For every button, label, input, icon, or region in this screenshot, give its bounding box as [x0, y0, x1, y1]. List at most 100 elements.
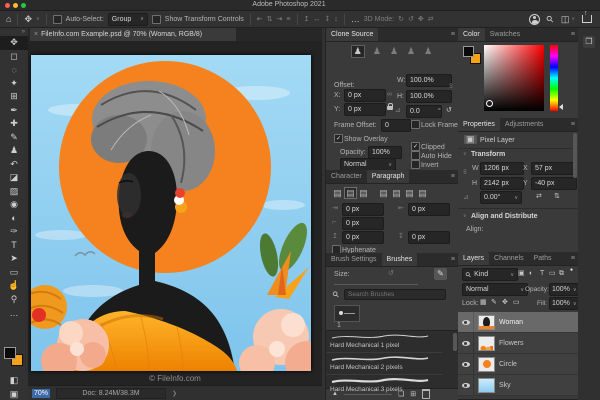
- brush-item[interactable]: Hard Mechanical 1 pixel: [326, 331, 443, 353]
- prop-angle-dropdown[interactable]: 0.00° ∨: [480, 191, 522, 204]
- show-overlay-checkbox[interactable]: ✓: [334, 134, 343, 143]
- offset-x-field[interactable]: 0 px: [344, 89, 386, 102]
- transform-link-icon[interactable]: ∞: [461, 169, 468, 174]
- delete-brush-icon[interactable]: [422, 389, 431, 399]
- panel-menu-icon[interactable]: ≡: [571, 118, 575, 131]
- layer-thumbnail[interactable]: [478, 356, 495, 372]
- blend-mode-dropdown[interactable]: Normal ∨: [462, 283, 528, 296]
- opacity-dropdown[interactable]: 100% ∨: [549, 283, 579, 296]
- brush-search-input[interactable]: [344, 289, 446, 300]
- tool-path-select[interactable]: ➤: [0, 252, 28, 266]
- new-group-folder-icon[interactable]: ❏: [398, 391, 404, 398]
- clone-angle-field[interactable]: 0.0: [406, 105, 442, 118]
- panel-menu-icon[interactable]: ≡: [451, 170, 455, 183]
- justify-last-right-button[interactable]: ▤: [404, 188, 415, 198]
- tool-move[interactable]: ✥: [0, 36, 28, 50]
- lock-position-icon[interactable]: ✥: [502, 299, 508, 306]
- color-swatch-widget[interactable]: [3, 346, 25, 368]
- tool-clone-stamp[interactable]: ♟: [0, 144, 28, 158]
- lock-transparency-icon[interactable]: ▦: [480, 299, 487, 306]
- foreground-color-mini[interactable]: [463, 46, 474, 57]
- tool-gradient[interactable]: ▨: [0, 185, 28, 199]
- more-options-icon[interactable]: …: [351, 14, 360, 24]
- auto-select-target-dropdown[interactable]: Group ∨: [107, 12, 148, 26]
- search-icon[interactable]: ⚲: [544, 13, 556, 25]
- filter-smart-object-icon[interactable]: ⧉: [559, 270, 564, 277]
- zoom-level-field[interactable]: 70%: [32, 388, 51, 398]
- transform-section-label[interactable]: Transform: [471, 151, 505, 158]
- lock-artboard-icon[interactable]: ▭: [513, 299, 520, 306]
- clone-h-field[interactable]: 100.0%: [406, 90, 452, 103]
- prop-x-field[interactable]: 57 px: [531, 162, 577, 175]
- tab-brushes[interactable]: Brushes: [381, 253, 418, 266]
- panel-menu-icon[interactable]: ≡: [451, 28, 455, 41]
- brush-size-slider[interactable]: [334, 284, 418, 285]
- brush-list-scrollbar[interactable]: [453, 333, 457, 351]
- orbit-3d-icon[interactable]: ↻: [398, 16, 404, 23]
- libraries-panel-icon[interactable]: ❐: [583, 36, 595, 48]
- space-before-field[interactable]: 0 px: [342, 231, 384, 244]
- clone-slot-3[interactable]: ♟: [390, 47, 398, 56]
- tool-eyedropper[interactable]: ✒: [0, 104, 28, 118]
- transform-chevron-icon[interactable]: ∨: [463, 152, 467, 157]
- auto-select-checkbox[interactable]: [52, 14, 62, 24]
- tab-brush-settings[interactable]: Brush Settings: [326, 253, 382, 266]
- account-icon[interactable]: [529, 13, 541, 25]
- prop-y-field[interactable]: -40 px: [531, 177, 577, 190]
- screen-mode-icon[interactable]: ▣: [0, 388, 28, 400]
- visibility-toggle[interactable]: [458, 375, 474, 395]
- color-panel-swatches[interactable]: [463, 46, 481, 64]
- prop-h-field[interactable]: 2142 px: [480, 177, 524, 190]
- quick-mask-icon[interactable]: ◧: [0, 374, 28, 388]
- align-top-icon[interactable]: ↥: [304, 16, 310, 23]
- tool-type[interactable]: T: [0, 239, 28, 253]
- tab-channels[interactable]: Channels: [489, 252, 529, 265]
- status-chevron-icon[interactable]: ❯: [172, 390, 177, 397]
- flip-horizontal-icon[interactable]: ⇄: [536, 193, 542, 200]
- tool-lasso[interactable]: ◌: [0, 63, 28, 77]
- visibility-toggle[interactable]: [458, 333, 474, 353]
- edit-brush-button[interactable]: ✎: [434, 268, 447, 280]
- stroke-preview-icon[interactable]: ▲: [332, 391, 338, 397]
- tab-paths[interactable]: Paths: [529, 252, 557, 265]
- clone-w-field[interactable]: 100.0%: [406, 74, 452, 87]
- show-transform-checkbox[interactable]: [151, 14, 161, 24]
- align-distribute-label[interactable]: Align and Distribute: [471, 213, 538, 220]
- filter-shape-icon[interactable]: ▭: [549, 270, 556, 277]
- properties-scrollbar[interactable]: [573, 133, 577, 178]
- reset-angle-icon[interactable]: ↺: [446, 107, 452, 114]
- new-brush-icon[interactable]: ⊞: [410, 391, 416, 398]
- align-chevron-icon[interactable]: ∨: [463, 214, 467, 219]
- clipped-checkbox[interactable]: ✓: [411, 142, 420, 151]
- invert-checkbox[interactable]: [411, 160, 420, 169]
- clone-slot-1[interactable]: ♟: [350, 45, 365, 58]
- align-left-icon[interactable]: ⇤: [257, 16, 263, 23]
- move-tool-icon[interactable]: ✥: [24, 14, 32, 24]
- distribute-vertical-icon[interactable]: ↕: [334, 16, 338, 23]
- layer-row-circle[interactable]: Circle: [458, 354, 578, 375]
- tool-healing-brush[interactable]: ✚: [0, 117, 28, 131]
- layer-thumbnail[interactable]: [478, 314, 495, 330]
- panel-menu-icon[interactable]: ≡: [571, 28, 575, 41]
- layer-row-sky[interactable]: Sky: [458, 375, 578, 396]
- tab-adjustments[interactable]: Adjustments: [500, 118, 549, 131]
- tool-history-brush[interactable]: ↶: [0, 158, 28, 172]
- justify-last-left-button[interactable]: ▤: [378, 188, 389, 198]
- panel-menu-icon[interactable]: ≡: [451, 253, 455, 266]
- foreground-color-swatch[interactable]: [4, 347, 16, 359]
- lock-icon[interactable]: [387, 103, 393, 110]
- lock-pixels-icon[interactable]: ✎: [491, 299, 497, 306]
- tab-paragraph[interactable]: Paragraph: [366, 170, 410, 183]
- align-middle-icon[interactable]: ↔: [313, 16, 320, 23]
- tool-eraser[interactable]: ◪: [0, 171, 28, 185]
- tool-hand[interactable]: ☝: [0, 279, 28, 293]
- align-right-icon[interactable]: ⇥: [277, 16, 283, 23]
- workspace-chevron-icon[interactable]: ∨: [571, 16, 575, 22]
- chain-icon[interactable]: ∞: [447, 83, 454, 88]
- align-text-right-button[interactable]: ▤: [358, 188, 369, 198]
- filter-pixel-icon[interactable]: ▣: [518, 270, 525, 277]
- tab-properties[interactable]: Properties: [458, 118, 500, 131]
- indent-left-field[interactable]: 0 px: [342, 203, 384, 216]
- canvas[interactable]: [23, 55, 329, 385]
- share-icon[interactable]: ↑: [582, 10, 592, 23]
